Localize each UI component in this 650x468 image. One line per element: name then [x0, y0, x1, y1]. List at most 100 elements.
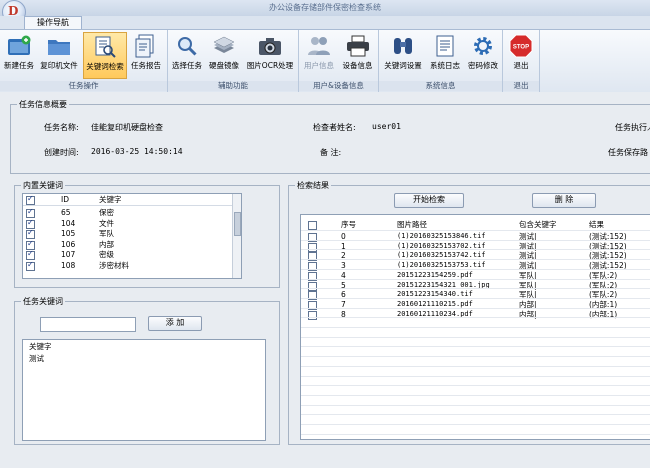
ribbon-tab-row: 操作导航 [0, 16, 650, 30]
keyword-settings-label: 关键词设置 [384, 61, 422, 70]
task-keywords-grid: 关键字 测试 [22, 339, 266, 441]
grid-line [301, 239, 650, 241]
title-bar: 办公设备存储部件保密检查系统 [0, 0, 650, 16]
results-select-all-checkbox[interactable] [308, 221, 317, 230]
start-search-button[interactable]: 开始检索 [394, 193, 464, 208]
row-id: 105 [61, 229, 76, 238]
folder-icon [47, 34, 71, 58]
disk-image-button[interactable]: 硬盘镜像 [207, 32, 241, 77]
select-all-checkbox[interactable] [26, 194, 35, 205]
system-log-label: 系统日志 [430, 61, 460, 70]
grid-line [301, 365, 650, 367]
task-report-button[interactable]: 任务报告 [128, 32, 164, 77]
grid-line [301, 346, 650, 348]
ribbon-group-system: 关键词设置 系统日志 密码修改 系统信息 [379, 30, 503, 92]
builtin-grid-header: ID 关键字 [23, 194, 233, 206]
executor-label: 任务执行人 [615, 123, 650, 132]
row-keyword: 涉密材料 [99, 260, 129, 270]
table-row[interactable]: 104 文件 [23, 218, 233, 229]
save-path-label: 任务保存路 [608, 148, 648, 157]
task-name-value: 佳能复印机硬盘检查 [91, 123, 163, 132]
grid-line [301, 356, 650, 358]
table-row[interactable]: 106 内部 [23, 239, 233, 250]
created-time-value: 2016-03-25 14:50:14 [91, 147, 183, 156]
group-label-user-device: 用户&设备信息 [299, 81, 378, 91]
builtin-scroll-thumb[interactable] [234, 212, 241, 236]
inspector-value: user01 [372, 122, 401, 131]
created-time-label: 创建时间: [44, 148, 79, 157]
col-path: 图片路径 [397, 220, 427, 229]
results-grid: 序号 图片路径 包含关键字 结果 0 (1)20160325153846.tif 测… [300, 214, 650, 440]
binoculars-icon [391, 34, 415, 58]
task-keyword-input[interactable] [40, 317, 136, 332]
image-ocr-label: 图片OCR处理 [246, 61, 294, 70]
tab-operation-nav[interactable]: 操作导航 [24, 16, 82, 30]
disk-stack-icon [212, 34, 236, 58]
disk-image-label: 硬盘镜像 [209, 61, 239, 70]
note-label: 备 注: [320, 148, 342, 157]
new-task-button[interactable]: 新建任务 [2, 32, 36, 77]
grid-line [301, 317, 650, 319]
col-contains-keyword: 包含关键字 [519, 220, 557, 229]
list-item[interactable]: 测试 [29, 354, 44, 364]
report-icon [134, 34, 158, 58]
row-keyword: 文件 [99, 218, 114, 228]
keyword-search-button[interactable]: 关键词检索 [83, 32, 127, 79]
device-info-button[interactable]: 设备信息 [339, 32, 376, 77]
stop-sign-text: STOP [513, 45, 529, 51]
grid-line [301, 336, 650, 338]
select-task-button[interactable]: 选择任务 [170, 32, 204, 77]
row-checkbox[interactable] [26, 260, 35, 271]
user-info-button[interactable]: 用户信息 [301, 32, 337, 77]
table-row[interactable]: 65 保密 [23, 207, 233, 218]
app-title: 办公设备存储部件保密检查系统 [269, 3, 381, 12]
grid-line [301, 327, 650, 328]
table-row[interactable]: 108 涉密材料 [23, 260, 233, 271]
group-label-task-ops: 任务操作 [0, 81, 167, 91]
grid-line [301, 414, 650, 416]
grid-line [301, 278, 650, 280]
copier-files-button[interactable]: 复印机文件 [38, 32, 80, 77]
table-row[interactable]: 107 密级 [23, 249, 233, 260]
delete-button[interactable]: 删 除 [532, 193, 596, 208]
row-keyword: 保密 [99, 208, 114, 217]
col-no: 序号 [341, 220, 356, 229]
grid-line [301, 424, 650, 425]
gear-icon [471, 34, 495, 58]
grid-line [301, 288, 650, 290]
system-log-button[interactable]: 系统日志 [427, 32, 463, 77]
grid-line [301, 297, 650, 299]
row-keyword: 内部 [99, 239, 114, 249]
grid-line [301, 404, 650, 406]
builtin-scrollbar[interactable] [232, 194, 241, 278]
row-id: 106 [61, 239, 76, 249]
stop-sign-icon: STOP [509, 34, 533, 58]
table-row[interactable]: 105 军队 [23, 228, 233, 239]
exit-button[interactable]: STOP 退出 [505, 32, 537, 77]
change-password-button[interactable]: 密码修改 [465, 32, 501, 77]
group-label-exit: 退出 [503, 81, 539, 91]
grid-line [301, 307, 650, 309]
grid-line [301, 394, 650, 396]
add-keyword-button[interactable]: 添 加 [148, 316, 202, 331]
row-id: 108 [61, 260, 76, 270]
col-id: ID [61, 195, 69, 204]
keyword-search-label: 关键词检索 [86, 62, 124, 71]
printer-icon [346, 34, 370, 58]
grid-line [301, 375, 650, 377]
camera-icon [258, 34, 282, 58]
select-task-label: 选择任务 [172, 61, 202, 70]
image-ocr-button[interactable]: 图片OCR处理 [244, 32, 296, 77]
col-keyword: 关键字 [99, 195, 122, 204]
ribbon-group-task-ops: 新建任务 复印机文件 关键词检索 任务报告 任务操作 [0, 30, 168, 92]
task-overview-legend: 任务信息概要 [19, 100, 67, 109]
inspector-label: 检查者姓名: [313, 123, 356, 132]
exit-label: 退出 [513, 61, 529, 70]
row-id: 104 [61, 218, 76, 228]
row-id: 107 [61, 250, 76, 259]
grid-line [301, 385, 650, 387]
keyword-settings-button[interactable]: 关键词设置 [381, 32, 425, 77]
row-id: 65 [61, 208, 71, 217]
ribbon: 新建任务 复印机文件 关键词检索 任务报告 任务操作 选择任务 硬盘镜像 图片O… [0, 29, 650, 93]
grid-line [301, 249, 650, 251]
